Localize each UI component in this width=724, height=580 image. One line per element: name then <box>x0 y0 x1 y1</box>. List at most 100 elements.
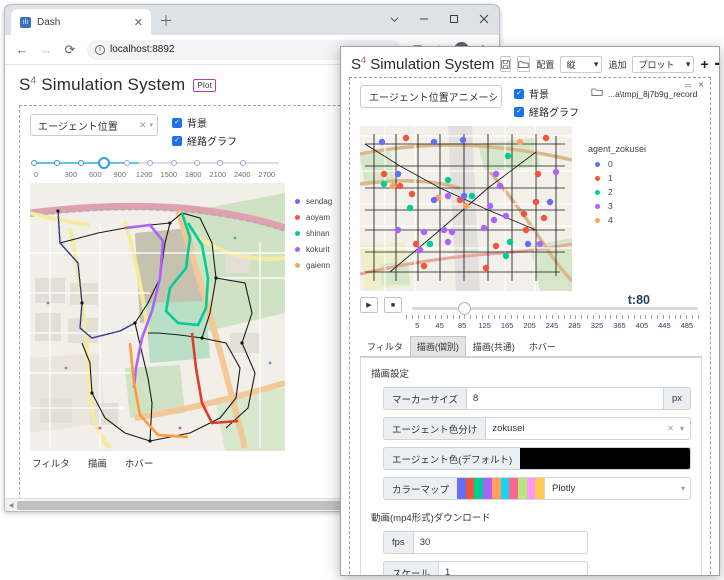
slider-ticks <box>406 315 699 321</box>
clear-x-icon[interactable]: ✕ <box>667 424 674 433</box>
animation-time-slider[interactable] <box>412 301 698 315</box>
legend-item[interactable]: 0 <box>588 159 646 169</box>
checkbox-label: 経路グラフ <box>529 108 579 119</box>
legend-label: kokurit <box>306 245 330 254</box>
play-icon[interactable]: ▶ <box>360 297 378 313</box>
slider-tick-dot[interactable] <box>193 160 200 166</box>
slider-tick-label: 45 <box>435 321 444 330</box>
chevron-down-icon[interactable]: ▾ <box>149 121 153 129</box>
default-color-swatch[interactable] <box>520 447 691 470</box>
legend-label: gaienn <box>306 261 331 270</box>
animation-type-value: エージェント位置アニメーション <box>369 93 497 104</box>
panel-controls: ⚏ ✕ <box>685 81 704 89</box>
fps-input[interactable]: 30 <box>412 531 588 554</box>
legend-item[interactable]: shinan <box>295 229 332 238</box>
slider-tick-dot[interactable] <box>77 160 84 166</box>
checkbox-keiro-graph[interactable]: ✓ 経路グラフ <box>172 133 237 148</box>
slider-tick-label: 85 <box>458 321 467 330</box>
legend-item[interactable]: 4 <box>588 215 646 225</box>
slider-handle[interactable] <box>97 157 110 169</box>
layout-select[interactable]: 縦 ▾ <box>560 55 603 73</box>
clear-x-icon[interactable]: ✕ <box>136 120 150 131</box>
slider-tick-label: 245 <box>545 321 559 330</box>
legend-item[interactable]: sendag <box>295 197 332 206</box>
colormap-group: カラーマップ Plotly ▾ <box>383 477 691 500</box>
tab-draw-common[interactable]: 描画(共通) <box>466 336 522 356</box>
forward-arrow-icon[interactable]: → <box>35 39 57 61</box>
chevron-down-icon[interactable] <box>379 5 409 33</box>
slider-handle[interactable] <box>457 301 471 315</box>
tab-draw-individual[interactable]: 描画(個別) <box>409 336 466 356</box>
slider-tick-dot[interactable] <box>54 160 61 166</box>
legend-item[interactable]: aoyam <box>295 213 332 222</box>
slider-tick-label: 1800 <box>184 170 202 179</box>
reload-icon[interactable]: ⟳ <box>59 39 81 61</box>
back-arrow-icon[interactable]: ← <box>11 39 33 61</box>
layout-label: 配置 <box>536 59 555 70</box>
legend-item[interactable]: 2 <box>588 187 646 197</box>
plot-type-dropdown[interactable]: エージェント位置 ✕ ▾ <box>30 114 158 136</box>
close-icon[interactable]: ✕ <box>132 16 145 29</box>
tab-filter[interactable]: フィルタ <box>32 456 70 470</box>
tab-hover[interactable]: ホバー <box>125 456 154 470</box>
animation-type-dropdown[interactable]: エージェント位置アニメーション <box>360 85 502 108</box>
marker-size-label: マーカーサイズ <box>383 387 467 410</box>
stop-icon[interactable]: ■ <box>384 297 402 313</box>
chevron-down-icon[interactable]: ▾ <box>680 424 684 433</box>
legend-color-dot <box>295 199 300 204</box>
slider-tick-dot[interactable] <box>217 160 224 166</box>
add-type-value: プロット <box>638 59 675 70</box>
settings-tabstrip: フィルタ 描画(個別) 描画(共通) ホバー <box>360 336 702 357</box>
checkbox-haikei[interactable]: ✓ 背景 <box>514 86 579 101</box>
open-folder-icon[interactable] <box>517 56 531 72</box>
slider-tick-dot[interactable] <box>124 160 131 166</box>
checkbox-label: 背景 <box>187 119 207 130</box>
scale-input[interactable]: 1 <box>438 561 588 575</box>
color-by-value: zokusei <box>492 423 525 434</box>
color-by-select[interactable]: zokusei ✕ ▾ <box>485 417 691 440</box>
slider-tick-label: 125 <box>478 321 491 330</box>
pin-icon[interactable]: ⚏ <box>685 81 691 89</box>
tab-draw[interactable]: 描画 <box>88 456 107 470</box>
move-icon[interactable]: ✛ <box>715 56 719 73</box>
agent-animation-map[interactable] <box>360 126 572 291</box>
slider-tick-labels: 5 45 85 125 165 205 245 285 325 365 405 … <box>406 321 698 330</box>
save-icon[interactable] <box>500 56 512 72</box>
add-plot-button[interactable]: + <box>700 56 708 72</box>
marker-size-input[interactable]: 8 <box>466 387 664 410</box>
background-legend: sendag aoyam shinan kokurit gaienn <box>285 183 332 451</box>
plus-icon[interactable]: ＋ <box>159 11 173 35</box>
legend-item[interactable]: 3 <box>588 201 646 211</box>
close-icon[interactable]: ✕ <box>698 81 704 89</box>
background-map-plot[interactable] <box>30 183 285 451</box>
colormap-select[interactable]: Plotly ▾ <box>545 477 691 500</box>
add-type-select[interactable]: プロット ▾ <box>632 55 695 73</box>
legend-item[interactable]: kokurit <box>295 245 332 254</box>
plot-chip[interactable]: Plot <box>193 78 217 92</box>
checkbox-haikei[interactable]: ✓ 背景 <box>172 115 237 130</box>
browser-tab[interactable]: ılı Dash ✕ <box>11 9 151 35</box>
info-circle-icon[interactable]: i <box>95 44 105 55</box>
slider-tick-label: 5 <box>415 321 420 330</box>
slider-tick-dot[interactable] <box>31 160 37 166</box>
browser-tab-title: Dash <box>37 16 61 28</box>
record-path[interactable]: ...a\tmpj_8j7b9g_record <box>591 85 697 100</box>
legend-item[interactable]: 1 <box>588 173 646 183</box>
slider-tick-dot[interactable] <box>147 160 154 166</box>
colormap-label: カラーマップ <box>383 477 458 500</box>
maximize-icon[interactable] <box>439 5 469 33</box>
close-icon[interactable] <box>469 5 499 33</box>
minimize-icon[interactable] <box>409 5 439 33</box>
tab-filter[interactable]: フィルタ <box>360 336 410 356</box>
slider-tick-label: 325 <box>590 321 604 330</box>
legend-item[interactable]: gaienn <box>295 261 332 270</box>
slider-tick-label: 600 <box>88 170 102 179</box>
slider-tick-label: 165 <box>500 321 514 330</box>
slider-tick-dot[interactable] <box>170 160 177 166</box>
tab-hover[interactable]: ホバー <box>522 336 563 356</box>
checkbox-keiro-graph[interactable]: ✓ 経路グラフ <box>514 104 579 119</box>
slider-tick-labels: 0 300 600 900 1200 1500 1800 2100 2400 2… <box>34 170 279 179</box>
background-time-slider[interactable]: 0 300 600 900 1200 1500 1800 2100 2400 2… <box>31 157 279 179</box>
scroll-left-arrow-icon[interactable]: ◀ <box>5 502 17 509</box>
slider-tick-dot[interactable] <box>240 160 247 166</box>
